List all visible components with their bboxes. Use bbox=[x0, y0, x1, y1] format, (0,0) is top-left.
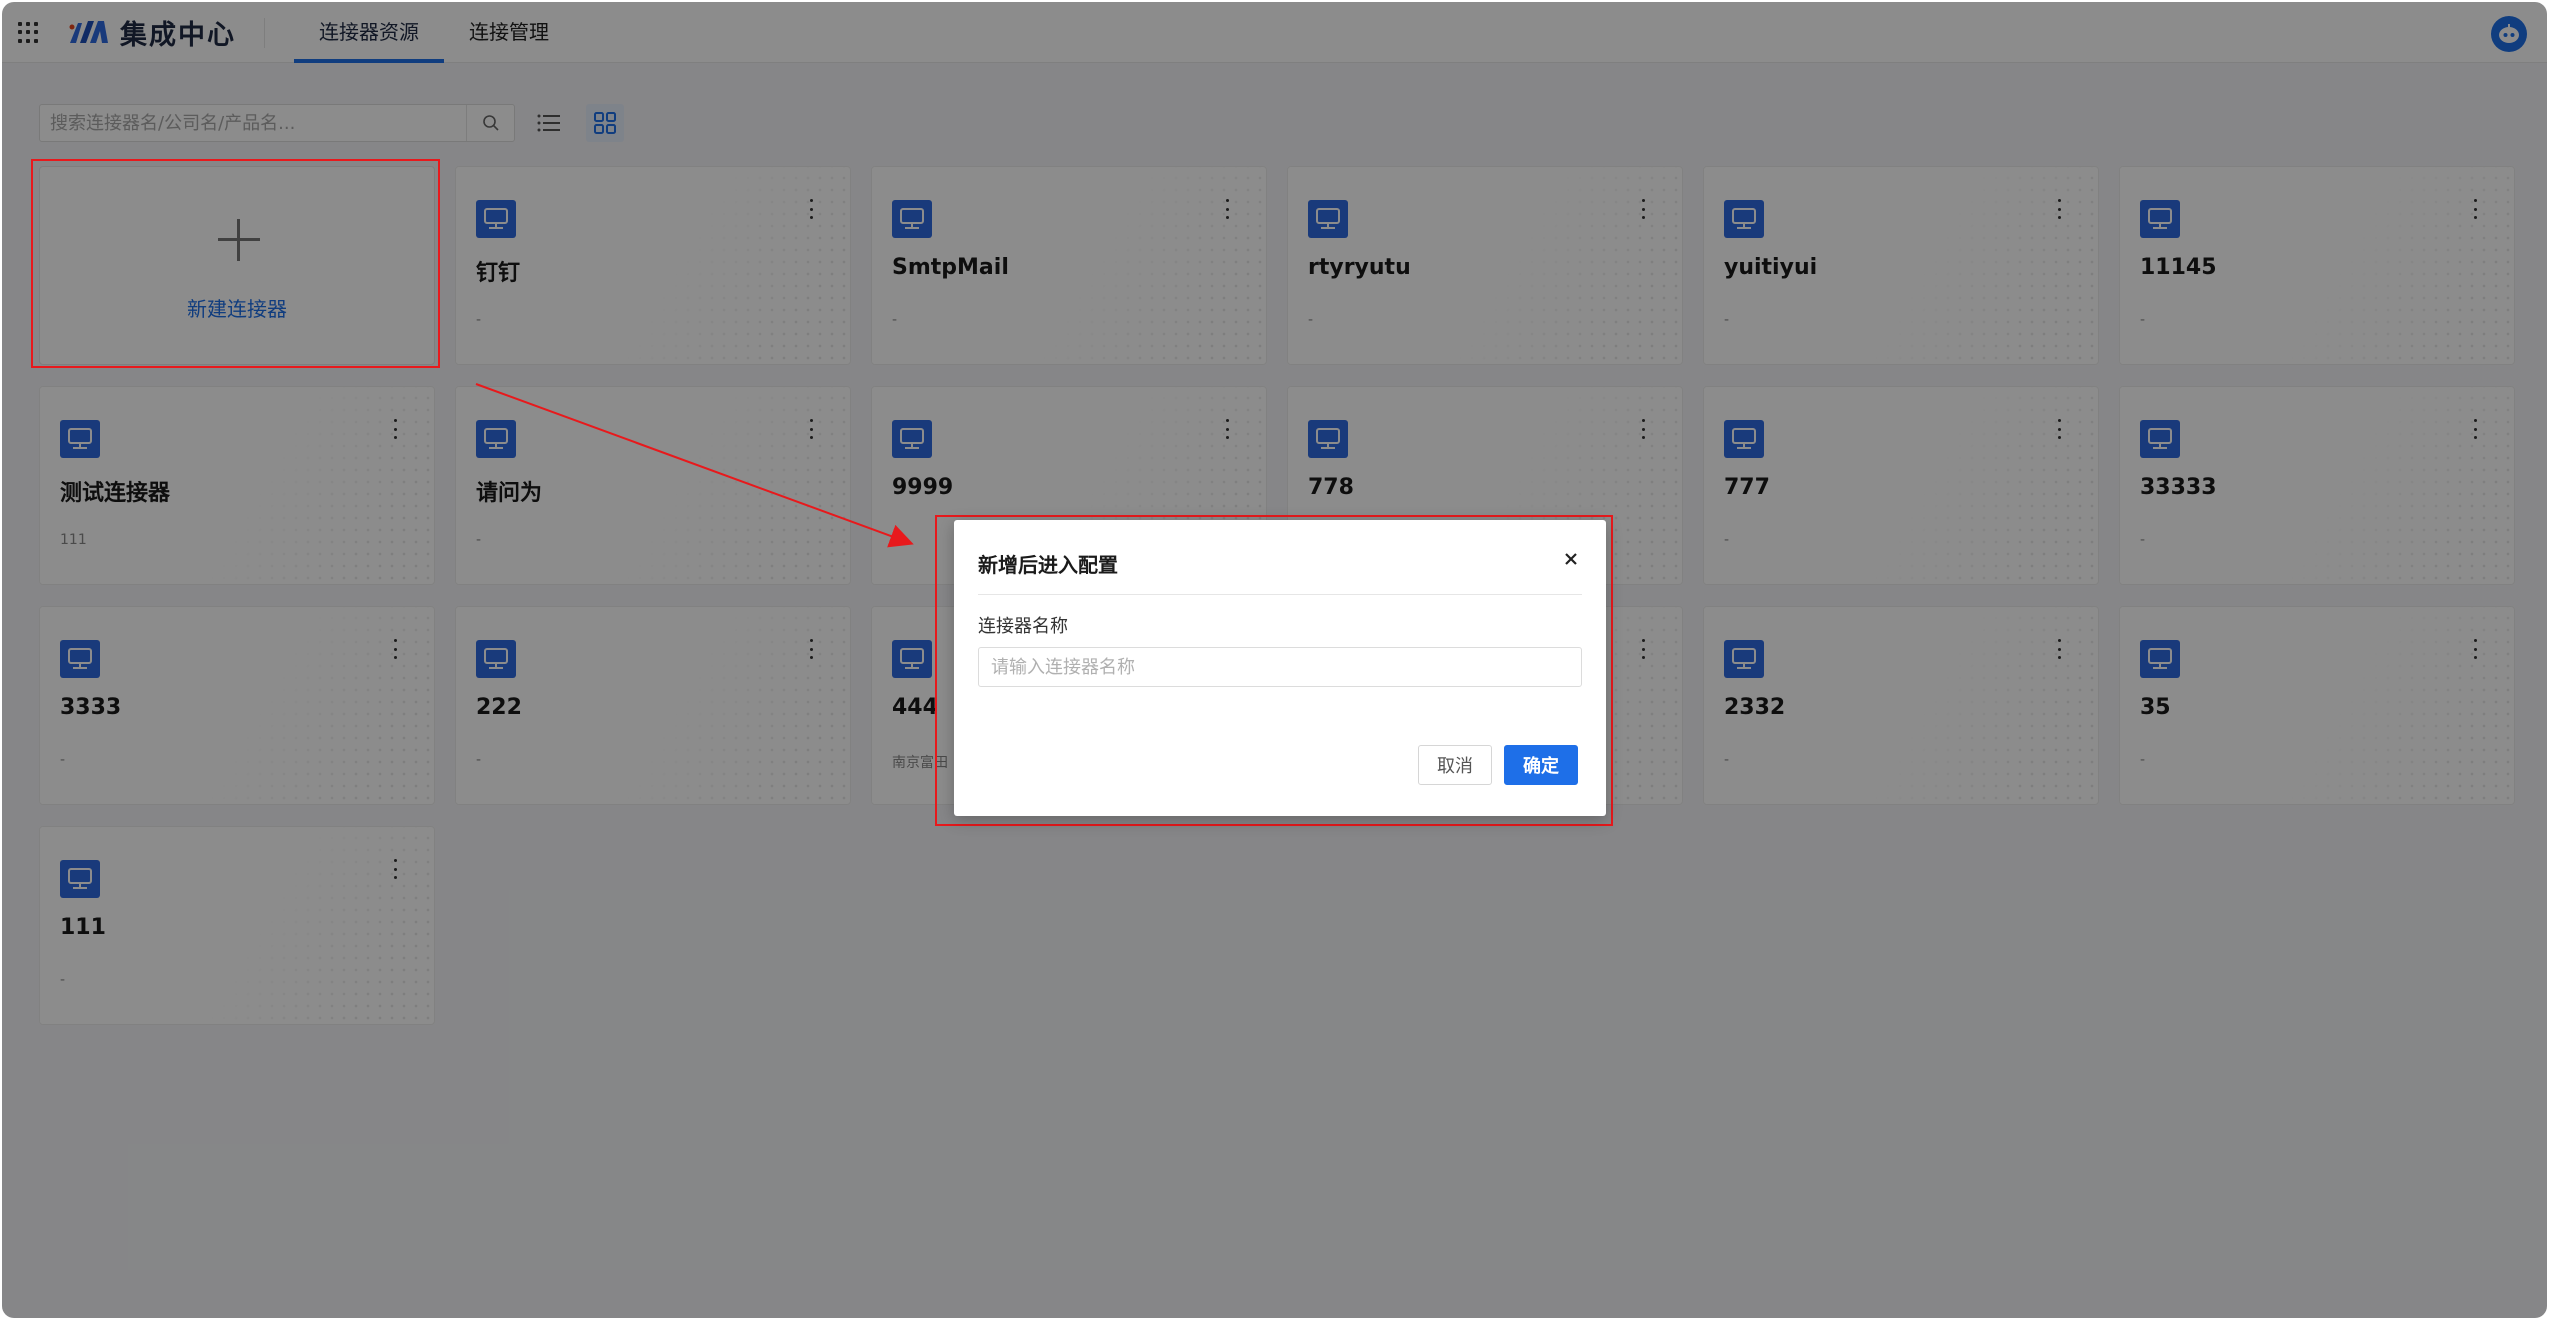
modal-title: 新增后进入配置 bbox=[978, 553, 1118, 577]
app-window: 集成中心 连接器资源 连接管理 搜索连接器名/公司名/产品名... 新建连接器 … bbox=[2, 2, 2547, 1318]
connector-name-label: 连接器名称 bbox=[978, 616, 1068, 637]
modal-divider bbox=[978, 594, 1582, 595]
create-connector-modal: 新增后进入配置 连接器名称 取消 确定 bbox=[954, 520, 1606, 816]
connector-name-input[interactable] bbox=[978, 647, 1582, 687]
close-x-icon bbox=[1565, 553, 1577, 565]
confirm-button[interactable]: 确定 bbox=[1504, 745, 1578, 785]
close-icon[interactable] bbox=[1560, 548, 1582, 570]
cancel-button[interactable]: 取消 bbox=[1418, 745, 1492, 785]
